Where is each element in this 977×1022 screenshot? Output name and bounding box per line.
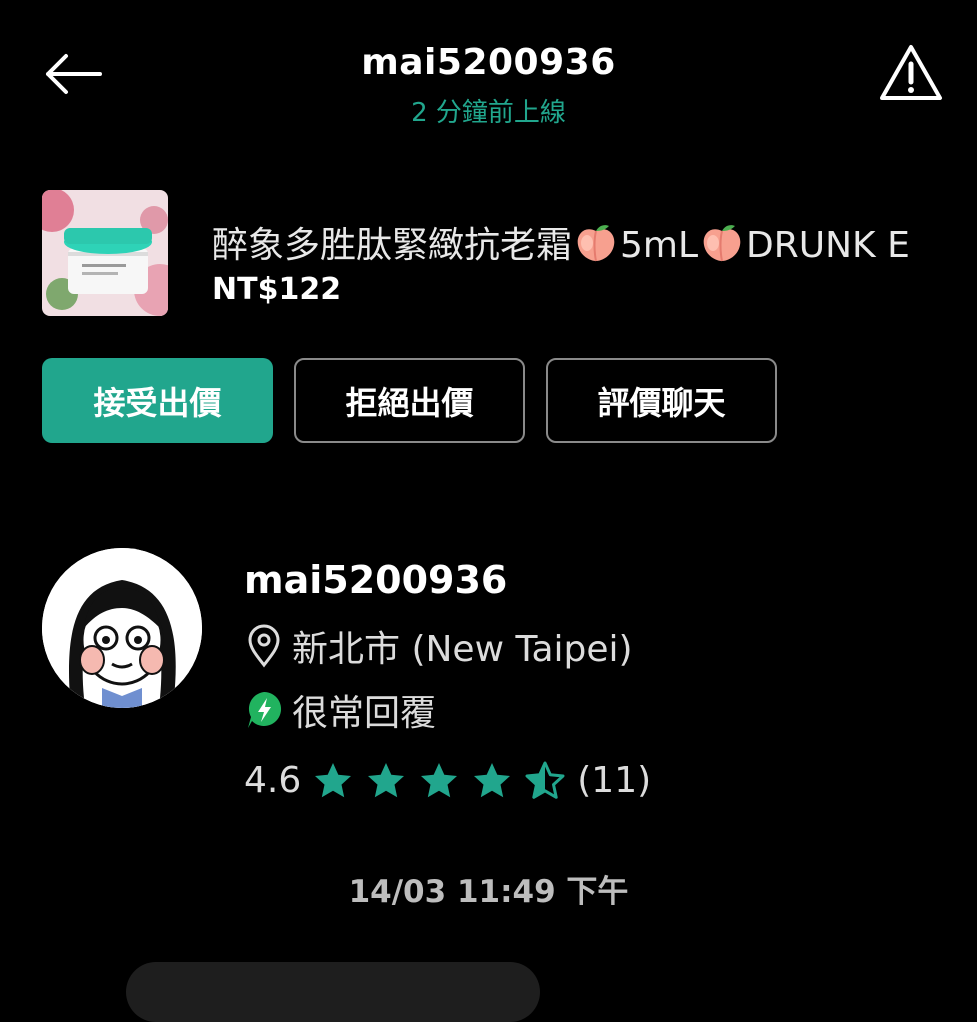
star-icon xyxy=(421,762,458,797)
avatar-image xyxy=(42,548,202,708)
decline-offer-button[interactable]: 拒絕出價 xyxy=(294,358,525,443)
star-icon xyxy=(315,762,352,797)
seller-rating[interactable]: 4.6 (11) xyxy=(244,760,651,801)
star-icon xyxy=(368,762,405,797)
message-timestamp: 14/03 11:49 下午 xyxy=(348,874,629,910)
seller-location: 新北市 (New Taipei) xyxy=(244,620,633,672)
product-card[interactable]: 醉象多胜肽緊緻抗老霜 5mL DRUNK E NT$122 xyxy=(42,190,977,318)
product-title-part2: 5mL xyxy=(620,225,699,266)
rating-value: 4.6 xyxy=(244,760,302,801)
seller-response-label: 很常回覆 xyxy=(292,693,437,734)
product-price: NT$122 xyxy=(212,272,342,307)
peach-emoji-icon xyxy=(574,223,618,263)
seller-name[interactable]: mai5200936 xyxy=(244,558,507,602)
star-icon xyxy=(525,761,565,799)
accept-offer-button[interactable]: 接受出價 xyxy=(42,358,273,443)
avatar[interactable] xyxy=(42,548,202,708)
product-title-part3: DRUNK E xyxy=(746,225,910,266)
star-icon xyxy=(474,762,511,797)
seller-response: 很常回覆 xyxy=(244,684,436,736)
seller-profile: mai5200936 新北市 (New Taipei) 很常回覆 4.6 (11… xyxy=(42,548,977,818)
chat-partner-username[interactable]: mai5200936 xyxy=(0,42,977,83)
product-image xyxy=(42,190,168,316)
warning-triangle-icon xyxy=(880,45,942,100)
product-title[interactable]: 醉象多胜肽緊緻抗老霜 5mL DRUNK E xyxy=(212,216,910,268)
review-count: (11) xyxy=(577,760,652,801)
review-chat-button[interactable]: 評價聊天 xyxy=(546,358,777,443)
peach-emoji-icon xyxy=(700,223,744,263)
message-bubble[interactable] xyxy=(126,962,540,1022)
report-button[interactable] xyxy=(878,42,944,104)
product-thumbnail[interactable] xyxy=(42,190,168,316)
product-title-part1: 醉象多胜肽緊緻抗老霜 xyxy=(212,225,573,266)
chat-header: mai5200936 2 分鐘前上線 xyxy=(0,0,977,150)
online-status: 2 分鐘前上線 xyxy=(411,98,566,128)
location-pin-icon xyxy=(248,624,280,668)
seller-location-label: 新北市 (New Taipei) xyxy=(292,629,633,670)
rating-stars xyxy=(313,761,565,801)
lightning-badge-icon xyxy=(248,691,282,728)
